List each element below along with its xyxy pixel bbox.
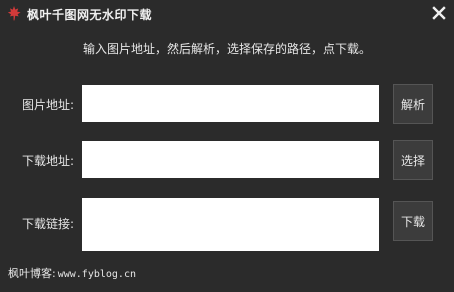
footer: 枫叶博客: www.fyblog.cn [8, 265, 136, 281]
blog-link[interactable]: www.fyblog.cn [58, 269, 136, 280]
image-url-label: 图片地址: [22, 98, 75, 112]
save-path-input[interactable] [82, 141, 379, 178]
window-title: 枫叶千图网无水印下载 [27, 8, 153, 22]
main-window: 枫叶千图网无水印下载 输入图片地址，然后解析，选择保存的路径，点下载。 图片地址… [0, 0, 454, 292]
instruction-text: 输入图片地址，然后解析，选择保存的路径，点下载。 [82, 42, 371, 56]
close-icon[interactable] [430, 4, 448, 22]
maple-leaf-icon [6, 5, 22, 21]
download-link-label: 下载链接: [22, 217, 75, 231]
parse-button[interactable]: 解析 [393, 84, 433, 124]
download-link-textarea[interactable] [82, 198, 379, 251]
choose-path-button[interactable]: 选择 [393, 140, 433, 180]
save-path-label: 下载地址: [22, 154, 75, 168]
title-bar[interactable]: 枫叶千图网无水印下载 [0, 0, 454, 28]
download-button[interactable]: 下载 [393, 201, 433, 241]
image-url-input[interactable] [82, 85, 379, 122]
blog-label: 枫叶博客: [8, 267, 56, 280]
